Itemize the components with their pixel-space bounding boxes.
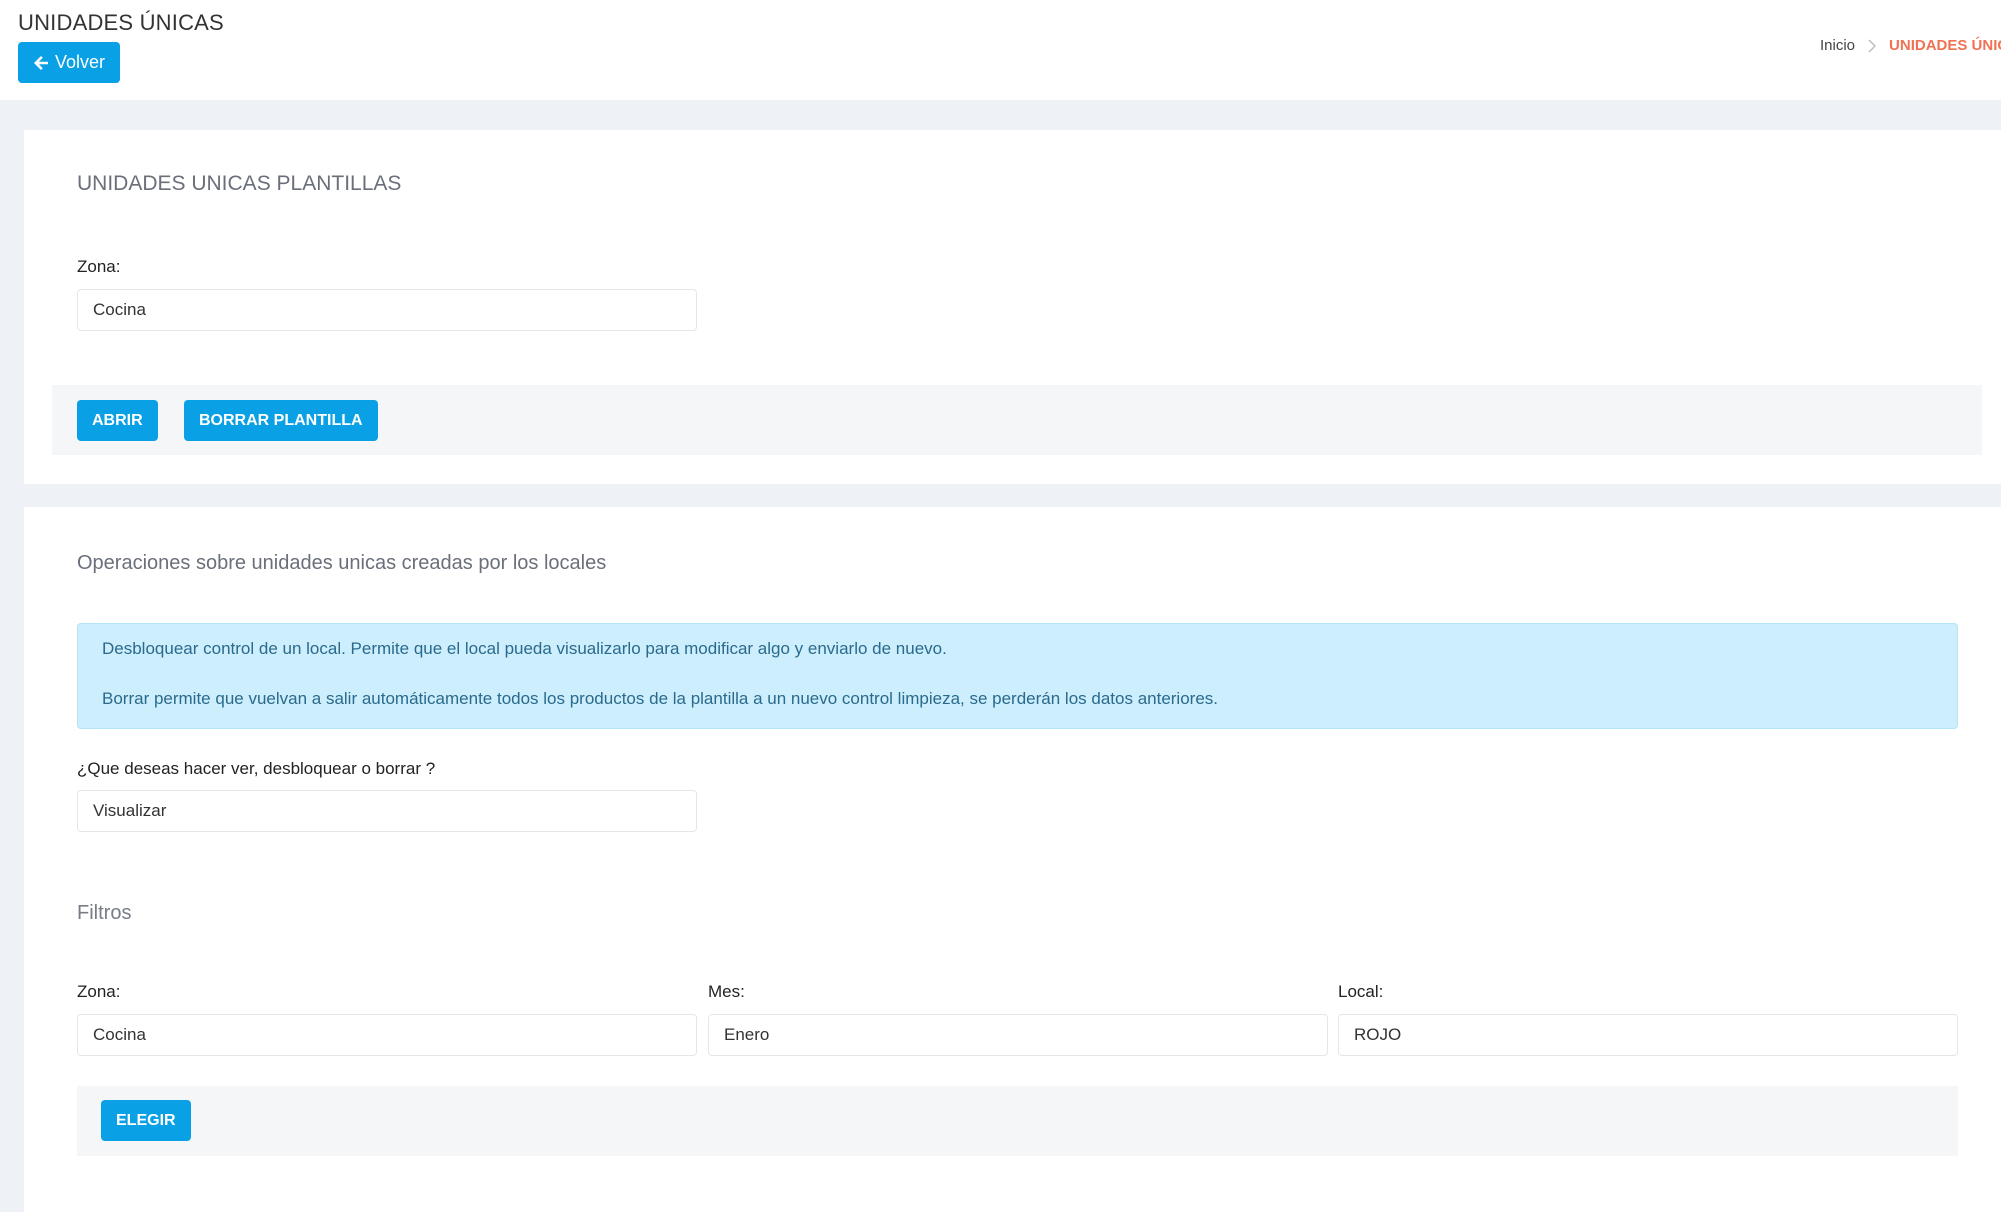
- operaciones-heading: Operaciones sobre unidades unicas creada…: [77, 552, 607, 574]
- zona-select[interactable]: Cocina: [77, 289, 697, 331]
- plantillas-card: UNIDADES UNICAS PLANTILLAS Zona: Cocina …: [24, 130, 2001, 484]
- borrar-plantilla-button[interactable]: BORRAR PLANTILLA: [184, 400, 378, 441]
- action-question-label: ¿Que deseas hacer ver, desbloquear o bor…: [77, 759, 436, 778]
- filtro-zona-select[interactable]: Cocina: [77, 1014, 697, 1056]
- filtro-mes-select[interactable]: Enero: [708, 1014, 1328, 1056]
- plantillas-action-bar: ABRIR BORRAR PLANTILLA: [52, 385, 1982, 455]
- back-button[interactable]: Volver: [18, 42, 120, 83]
- info-line-desbloquear: Desbloquear control de un local. Permite…: [102, 639, 947, 658]
- page-title: UNIDADES ÚNICAS: [18, 10, 224, 35]
- operaciones-card: Operaciones sobre unidades unicas creada…: [24, 507, 2001, 1212]
- info-alert: Desbloquear control de un local. Permite…: [77, 623, 1958, 729]
- abrir-button[interactable]: ABRIR: [77, 400, 158, 441]
- arrow-left-icon: [33, 55, 48, 70]
- elegir-button[interactable]: ELEGIR: [101, 1100, 191, 1141]
- breadcrumb-current: UNIDADES ÚNICA: [1889, 37, 2001, 54]
- chevron-right-icon: [1868, 39, 1877, 52]
- breadcrumb-home[interactable]: Inicio: [1820, 37, 1855, 54]
- filtro-local-label: Local:: [1338, 982, 1384, 1001]
- filtro-local-select[interactable]: ROJO: [1338, 1014, 1958, 1056]
- plantillas-heading: UNIDADES UNICAS PLANTILLAS: [77, 172, 402, 195]
- filtro-mes-label: Mes:: [708, 982, 745, 1001]
- filtro-zona-label: Zona:: [77, 982, 121, 1001]
- top-bar: UNIDADES ÚNICAS Volver Inicio UNIDADES Ú…: [0, 0, 2001, 100]
- info-line-borrar: Borrar permite que vuelvan a salir autom…: [102, 689, 1219, 708]
- filtros-heading: Filtros: [77, 902, 132, 924]
- breadcrumb: Inicio UNIDADES ÚNICA: [1820, 37, 2001, 54]
- filtros-action-bar: ELEGIR: [77, 1086, 1958, 1156]
- back-button-label: Volver: [54, 52, 106, 72]
- action-select[interactable]: Visualizar: [77, 790, 697, 832]
- zona-label: Zona:: [77, 257, 121, 276]
